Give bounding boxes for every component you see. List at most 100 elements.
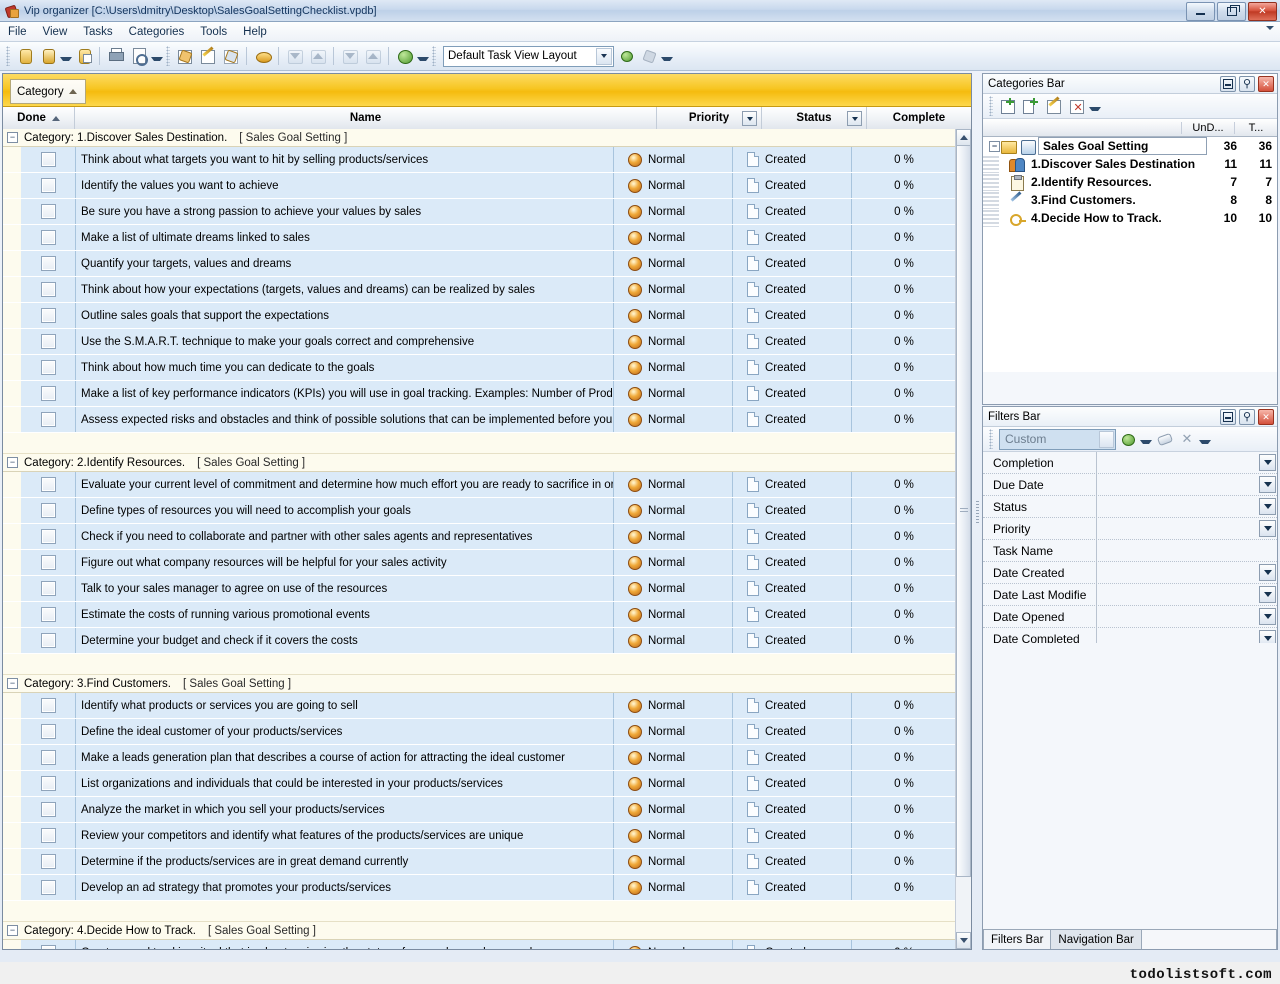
table-row[interactable]: Define the ideal customer of your produc…: [3, 719, 956, 745]
cell-priority[interactable]: Normal: [614, 225, 733, 250]
table-row[interactable]: Think about how much time you can dedica…: [3, 355, 956, 381]
cell-status[interactable]: Created: [733, 940, 852, 949]
save-database-icon[interactable]: [72, 45, 95, 67]
table-row[interactable]: Develop an ad strategy that promotes you…: [3, 875, 956, 901]
done-checkbox[interactable]: [41, 880, 56, 895]
done-checkbox[interactable]: [41, 412, 56, 427]
filter-value[interactable]: [1097, 540, 1258, 561]
cell-name[interactable]: Make a list of ultimate dreams linked to…: [76, 225, 614, 250]
cell-name[interactable]: Think about how your expectations (targe…: [76, 277, 614, 302]
cell-status[interactable]: Created: [733, 628, 852, 653]
group-collapse-icon[interactable]: −: [7, 132, 18, 143]
menu-item-tasks[interactable]: Tasks: [75, 24, 120, 40]
group-header-row[interactable]: −Category: 2.Identify Resources.[ Sales …: [3, 454, 956, 472]
filter-preset-arrow-icon[interactable]: [1099, 431, 1114, 448]
cell-done[interactable]: [22, 303, 76, 328]
cell-name[interactable]: Estimate the costs of running various pr…: [76, 602, 614, 627]
cell-done[interactable]: [22, 576, 76, 601]
menu-item-tools[interactable]: Tools: [192, 24, 235, 40]
pane-splitter[interactable]: [974, 73, 980, 950]
cell-done[interactable]: [22, 329, 76, 354]
cell-status[interactable]: Created: [733, 225, 852, 250]
categories-dock-menu-button[interactable]: [1220, 76, 1236, 92]
filter-value[interactable]: [1097, 518, 1258, 539]
menu-item-help[interactable]: Help: [235, 24, 275, 40]
filter-dropdown-icon[interactable]: [1259, 454, 1276, 471]
scroll-down-arrow-icon[interactable]: [956, 932, 971, 949]
table-row[interactable]: Create a goal tracking ritual that is ab…: [3, 940, 956, 949]
done-checkbox[interactable]: [41, 152, 56, 167]
cell-priority[interactable]: Normal: [614, 745, 733, 770]
cell-status[interactable]: Created: [733, 251, 852, 276]
categories-column-undone[interactable]: UnD...: [1181, 122, 1234, 134]
filter-preset-combo[interactable]: Custom: [999, 429, 1116, 450]
filters-auto-hide-pin-icon[interactable]: ⚲: [1239, 409, 1255, 425]
menu-item-view[interactable]: View: [35, 24, 76, 40]
cell-name[interactable]: Evaluate your current level of commitmen…: [76, 472, 614, 497]
cell-done[interactable]: [22, 693, 76, 718]
cell-priority[interactable]: Normal: [614, 550, 733, 575]
done-checkbox[interactable]: [41, 308, 56, 323]
filter-dropdown-cell[interactable]: [1258, 606, 1277, 627]
cell-name[interactable]: Develop an ad strategy that promotes you…: [76, 875, 614, 900]
cell-status[interactable]: Created: [733, 524, 852, 549]
reports-icon[interactable]: [393, 45, 416, 67]
cell-name[interactable]: Be sure you have a strong passion to ach…: [76, 199, 614, 224]
done-checkbox[interactable]: [41, 776, 56, 791]
new-category-icon[interactable]: [996, 95, 1019, 117]
print-dropdown-icon[interactable]: [151, 57, 163, 61]
cell-status[interactable]: Created: [733, 719, 852, 744]
categories-column-total[interactable]: T...: [1234, 122, 1277, 134]
done-checkbox[interactable]: [41, 204, 56, 219]
cell-priority[interactable]: Normal: [614, 329, 733, 354]
cell-name[interactable]: Determine if the products/services are i…: [76, 849, 614, 874]
done-checkbox[interactable]: [41, 282, 56, 297]
filters-close-button[interactable]: ✕: [1258, 409, 1274, 425]
group-collapse-icon[interactable]: −: [7, 457, 18, 468]
cell-done[interactable]: [22, 771, 76, 796]
group-collapse-icon[interactable]: −: [7, 925, 18, 936]
table-row[interactable]: Figure out what company resources will b…: [3, 550, 956, 576]
table-row[interactable]: Check if you need to collaborate and par…: [3, 524, 956, 550]
cell-complete[interactable]: 0 %: [852, 940, 956, 949]
layout-combo-arrow-icon[interactable]: [596, 48, 612, 65]
cell-name[interactable]: Think about how much time you can dedica…: [76, 355, 614, 380]
delete-task-icon[interactable]: [219, 45, 242, 67]
cell-done[interactable]: [22, 381, 76, 406]
edit-task-icon[interactable]: [196, 45, 219, 67]
cell-status[interactable]: Created: [733, 407, 852, 432]
toolbar-grip-2[interactable]: [166, 46, 170, 66]
cell-priority[interactable]: Normal: [614, 719, 733, 744]
cell-status[interactable]: Created: [733, 849, 852, 874]
filter-row[interactable]: Date Opened: [983, 606, 1277, 628]
table-row[interactable]: Make a list of key performance indicator…: [3, 381, 956, 407]
done-checkbox[interactable]: [41, 386, 56, 401]
cell-done[interactable]: [22, 173, 76, 198]
filter-dropdown-icon[interactable]: [1259, 476, 1276, 493]
cell-name[interactable]: Define types of resources you will need …: [76, 498, 614, 523]
table-row[interactable]: Analyze the market in which you sell you…: [3, 797, 956, 823]
filter-row[interactable]: Priority: [983, 518, 1277, 540]
done-checkbox[interactable]: [41, 854, 56, 869]
filters-toolbar-grip[interactable]: [989, 429, 993, 449]
cell-done[interactable]: [22, 225, 76, 250]
cell-complete[interactable]: 0 %: [852, 147, 956, 172]
cell-status[interactable]: Created: [733, 329, 852, 354]
done-checkbox[interactable]: [41, 178, 56, 193]
layout-dropdown-icon[interactable]: [661, 57, 673, 61]
table-row[interactable]: Assess expected risks and obstacles and …: [3, 407, 956, 433]
print-preview-icon[interactable]: [127, 45, 150, 67]
menu-overflow-chevron-icon[interactable]: [1266, 26, 1274, 30]
cell-priority[interactable]: Normal: [614, 147, 733, 172]
filter-row[interactable]: Date Last Modifiе: [983, 584, 1277, 606]
cell-priority[interactable]: Normal: [614, 355, 733, 380]
cell-name[interactable]: Create a goal tracking ritual that is ab…: [76, 940, 614, 949]
filter-value[interactable]: [1097, 584, 1258, 605]
cell-status[interactable]: Created: [733, 576, 852, 601]
filter-value[interactable]: [1097, 474, 1258, 495]
cell-done[interactable]: [22, 797, 76, 822]
cell-name[interactable]: Review your competitors and identify wha…: [76, 823, 614, 848]
filter-row[interactable]: Completion: [983, 452, 1277, 474]
cell-complete[interactable]: 0 %: [852, 472, 956, 497]
cell-done[interactable]: [22, 498, 76, 523]
